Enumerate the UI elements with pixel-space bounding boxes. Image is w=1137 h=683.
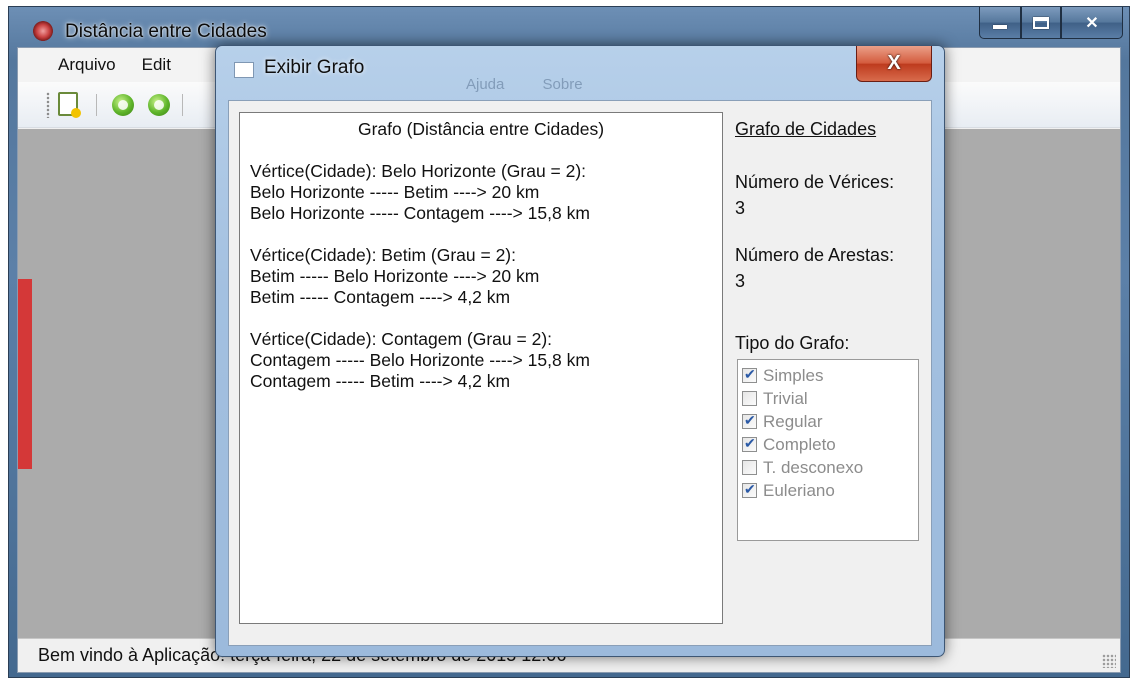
background-menu-ghost: Ajuda Sobre <box>466 76 617 93</box>
edge-line: Belo Horizonte ----- Contagem ----> 15,8… <box>250 203 590 223</box>
edge-line: Betim ----- Contagem ----> 4,2 km <box>250 287 511 307</box>
resize-grip-icon[interactable] <box>1102 654 1116 668</box>
ghost-menu-ajuda: Ajuda <box>466 76 505 93</box>
close-icon: X <box>887 52 901 74</box>
dialog-close-button[interactable]: X <box>856 46 932 82</box>
checkbox[interactable] <box>742 391 757 406</box>
checkbox-label: Completo <box>763 434 836 454</box>
maximize-icon <box>1033 16 1049 29</box>
vertex-block: Vértice(Cidade): Belo Horizonte (Grau = … <box>250 161 712 224</box>
checkbox-label: Euleriano <box>763 480 835 500</box>
exibir-grafo-dialog: Exibir Grafo Ajuda Sobre X Grafo (Distân… <box>215 45 945 657</box>
graph-text-box[interactable]: Grafo (Distância entre Cidades) Vértice(… <box>239 112 723 624</box>
vertices-count-value: 3 <box>735 198 746 218</box>
edge-line: Betim ----- Belo Horizonte ----> 20 km <box>250 266 540 286</box>
graph-text-heading: Grafo (Distância entre Cidades) <box>357 119 605 139</box>
vertex-header: Vértice(Cidade): Contagem (Grau = 2): <box>250 329 553 349</box>
checkbox-label: Simples <box>763 365 824 385</box>
maximize-button[interactable] <box>1021 7 1061 39</box>
window-icon <box>234 62 254 78</box>
vertex-header: Vértice(Cidade): Belo Horizonte (Grau = … <box>250 161 587 181</box>
app-icon <box>33 21 53 41</box>
graph-info-title: Grafo de Cidades <box>735 119 877 139</box>
graph-info-panel: Grafo de Cidades Número de Vérices: 3 Nú… <box>735 101 925 645</box>
edge-line: Contagem ----- Belo Horizonte ----> 15,8… <box>250 350 590 370</box>
ghost-menu-sobre: Sobre <box>542 76 583 93</box>
accent-bar <box>18 279 32 469</box>
checkbox-label: Regular <box>763 411 823 431</box>
graph-type-checklist: Simples Trivial Regular Completo T. desc… <box>737 359 919 541</box>
checklist-item-trivial[interactable]: Trivial <box>742 387 918 410</box>
edges-count-label: Número de Arestas: <box>735 245 895 265</box>
vertex-block: Vértice(Cidade): Betim (Grau = 2): Betim… <box>250 245 712 308</box>
toolbar-grip[interactable] <box>46 92 50 118</box>
green-circle-icon[interactable] <box>112 94 134 116</box>
minimize-icon <box>993 24 1007 29</box>
edge-line: Contagem ----- Betim ----> 4,2 km <box>250 371 511 391</box>
vertex-header: Vértice(Cidade): Betim (Grau = 2): <box>250 245 516 265</box>
checkbox[interactable] <box>742 435 757 452</box>
checklist-item-simples[interactable]: Simples <box>742 364 918 387</box>
main-title-bar[interactable]: Distância entre Cidades ✕ <box>9 7 1129 49</box>
green-circle-icon[interactable] <box>148 94 170 116</box>
close-icon: ✕ <box>1085 14 1099 32</box>
checkbox[interactable] <box>742 460 757 475</box>
checklist-item-regular[interactable]: Regular <box>742 410 918 433</box>
main-close-button[interactable]: ✕ <box>1061 7 1123 39</box>
checklist-item-t-desconexo[interactable]: T. desconexo <box>742 456 918 479</box>
checkbox[interactable] <box>742 366 757 383</box>
dialog-client-area: Grafo (Distância entre Cidades) Vértice(… <box>228 100 932 646</box>
minimize-button[interactable] <box>979 7 1021 39</box>
checkbox-label: Trivial <box>763 388 808 408</box>
graph-type-label: Tipo do Grafo: <box>735 333 850 353</box>
edges-count-value: 3 <box>735 271 746 291</box>
edge-line: Belo Horizonte ----- Betim ----> 20 km <box>250 182 540 202</box>
dialog-title: Exibir Grafo <box>264 57 365 78</box>
menu-arquivo[interactable]: Arquivo <box>58 55 116 75</box>
checkbox-label: T. desconexo <box>763 457 864 477</box>
checklist-item-euleriano[interactable]: Euleriano <box>742 479 918 502</box>
checkbox[interactable] <box>742 481 757 498</box>
new-file-icon[interactable] <box>58 92 81 118</box>
vertices-count-label: Número de Vérices: <box>735 172 895 192</box>
toolbar-separator <box>96 94 97 116</box>
menu-edit[interactable]: Edit <box>142 55 171 75</box>
window-controls: ✕ <box>979 7 1123 41</box>
checkbox[interactable] <box>742 412 757 429</box>
toolbar-separator <box>182 94 183 116</box>
vertex-block: Vértice(Cidade): Contagem (Grau = 2): Co… <box>250 329 712 392</box>
checklist-item-completo[interactable]: Completo <box>742 433 918 456</box>
main-window-title: Distância entre Cidades <box>65 21 267 42</box>
